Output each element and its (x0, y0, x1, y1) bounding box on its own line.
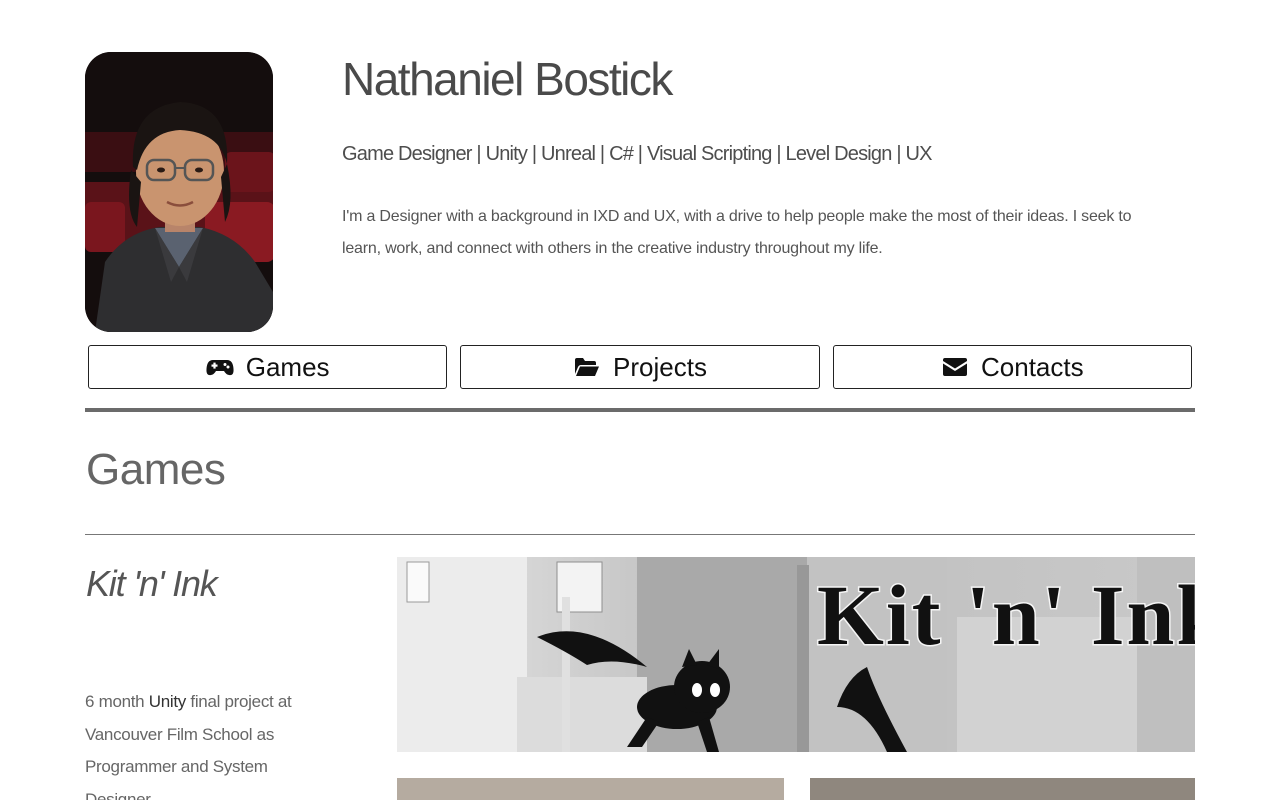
contacts-button[interactable]: Contacts (832, 345, 1192, 389)
gamepad-icon (206, 356, 234, 378)
game-description: 6 month Unity final project at Vancouver… (85, 686, 315, 800)
contacts-button-label: Contacts (981, 351, 1084, 382)
game-screenshot-2[interactable] (810, 778, 1195, 800)
game-desc-prefix: 6 month (85, 692, 149, 711)
profile-photo (85, 52, 273, 332)
divider-thin (85, 534, 1195, 535)
profile-name: Nathaniel Bostick (342, 53, 673, 105)
envelope-icon (941, 356, 969, 378)
game-screenshot-1[interactable] (397, 778, 784, 800)
projects-button[interactable]: Projects (460, 345, 820, 389)
games-button-label: Games (245, 351, 330, 382)
game-banner-logo: Kit 'n' Ink (815, 566, 1195, 665)
projects-button-label: Projects (613, 351, 707, 382)
profile-bio: I'm a Designer with a background in IXD … (342, 208, 1132, 257)
section-nav: Games Projects Contacts (88, 345, 1192, 389)
game-banner-image[interactable]: Kit 'n' Ink (397, 557, 1195, 752)
games-button[interactable]: Games (88, 345, 448, 389)
folder-open-icon (573, 356, 601, 378)
divider-thick (85, 408, 1195, 412)
profile-tagline: Game Designer | Unity | Unreal | C# | Vi… (342, 143, 932, 165)
game-desc-engine: Unity (148, 692, 187, 711)
portfolio-page: Nathaniel Bostick Game Designer | Unity … (0, 0, 1280, 800)
game-title: Kit 'n' Ink (86, 563, 218, 604)
games-section-title: Games (86, 445, 226, 494)
